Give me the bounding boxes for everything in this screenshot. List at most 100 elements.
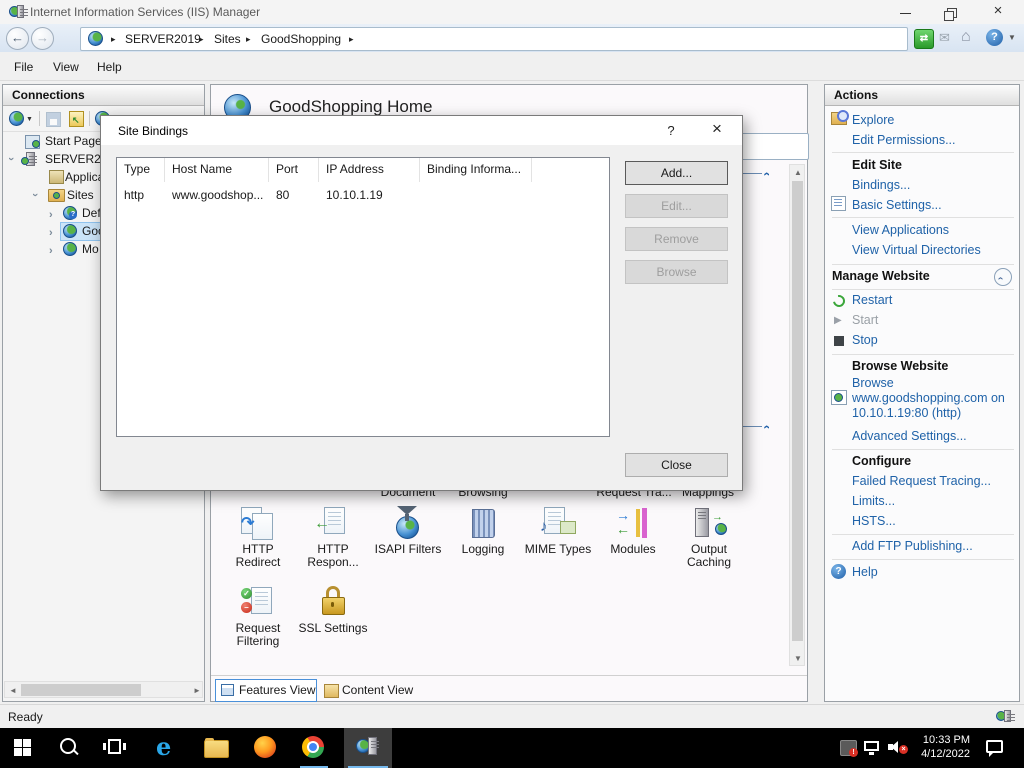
create-connection-dropdown-icon[interactable]: ▼	[26, 116, 33, 123]
network-tray-icon[interactable]	[864, 741, 879, 751]
connections-hscrollbar[interactable]: ◄ ►	[4, 681, 203, 698]
action-restart[interactable]: Restart	[852, 293, 892, 307]
scroll-down-icon[interactable]: ▼	[794, 655, 802, 663]
breadcrumb-sites[interactable]: Sites	[214, 32, 241, 46]
breadcrumb-server[interactable]: SERVER2019	[125, 32, 201, 46]
edge-icon[interactable]: e	[156, 732, 171, 761]
scroll-up-icon[interactable]: ▲	[794, 169, 802, 177]
action-bindings[interactable]: Bindings...	[852, 178, 910, 192]
group-collapse-icon[interactable]: ›	[759, 172, 773, 176]
server-manager-tray-icon[interactable]: !	[840, 740, 857, 756]
action-view-applications[interactable]: View Applications	[852, 223, 949, 237]
tab-features-view[interactable]: Features View	[215, 679, 317, 702]
column-type[interactable]: Type	[117, 158, 165, 182]
file-explorer-icon[interactable]	[204, 740, 229, 758]
close-dialog-button[interactable]: Close	[625, 453, 728, 477]
window-title: Internet Information Services (IIS) Mana…	[30, 5, 260, 19]
iis-manager-taskbar-button[interactable]	[344, 728, 392, 768]
menu-view[interactable]: View	[53, 60, 79, 74]
expand-chevron-icon[interactable]: ›	[2, 157, 20, 161]
collapse-chevron-icon[interactable]: ›	[49, 242, 53, 260]
forward-button[interactable]: →	[31, 27, 54, 50]
dialog-close-icon[interactable]: ×	[705, 119, 729, 139]
collapse-chevron-icon[interactable]: ›	[49, 206, 53, 224]
scroll-left-icon[interactable]: ◄	[9, 687, 17, 695]
crumb-separator-icon: ▸	[349, 34, 354, 45]
action-explore[interactable]: Explore	[852, 113, 894, 127]
action-stop[interactable]: Stop	[852, 333, 878, 347]
scroll-thumb[interactable]	[792, 181, 803, 641]
up-icon[interactable]: ↖	[69, 111, 84, 127]
feature-mime-types[interactable]: ♪ MIME Types	[521, 506, 595, 556]
section-manage-website: Manage Website	[832, 269, 930, 283]
feature-output-caching[interactable]: → Output Caching	[672, 506, 746, 569]
column-binding-information[interactable]: Binding Informa...	[420, 158, 532, 182]
group-collapse-icon[interactable]: ›	[759, 425, 773, 429]
site-globe-icon	[88, 31, 103, 46]
action-browse-site[interactable]: Browse www.goodshopping.com on 10.10.1.1…	[852, 376, 1018, 421]
feature-logging[interactable]: Logging	[446, 506, 520, 556]
back-button[interactable]: ←	[6, 27, 29, 50]
dialog-title-bar[interactable]: Site Bindings ? ×	[101, 116, 742, 145]
breadcrumb[interactable]: ▸ SERVER2019 ▸ Sites ▸ GoodShopping ▸	[80, 27, 908, 51]
add-button[interactable]: Add...	[625, 161, 728, 185]
action-hsts[interactable]: HSTS...	[852, 514, 896, 528]
feature-http-response[interactable]: ← HTTP Respon...	[296, 506, 370, 569]
bindings-list[interactable]: Type Host Name Port IP Address Binding I…	[116, 157, 610, 437]
content-view-icon	[324, 684, 339, 698]
scroll-thumb[interactable]	[21, 684, 141, 696]
close-button[interactable]: ×	[973, 0, 1023, 24]
feature-isapi-filters[interactable]: ISAPI Filters	[371, 506, 445, 556]
stop-icon	[834, 336, 844, 346]
action-edit-permissions[interactable]: Edit Permissions...	[852, 133, 956, 147]
clock-time[interactable]: 10:33 PM	[908, 734, 970, 747]
feature-modules[interactable]: →← Modules	[596, 506, 670, 556]
help-icon[interactable]: ?	[986, 29, 1003, 46]
action-basic-settings[interactable]: Basic Settings...	[852, 198, 942, 212]
browse-globe-icon	[831, 390, 847, 405]
action-advanced-settings[interactable]: Advanced Settings...	[852, 429, 967, 443]
breadcrumb-goodshopping[interactable]: GoodShopping	[261, 32, 341, 46]
action-limits[interactable]: Limits...	[852, 494, 895, 508]
menu-help[interactable]: Help	[97, 60, 122, 74]
firefox-icon[interactable]	[254, 736, 276, 758]
scroll-right-icon[interactable]: ►	[193, 687, 201, 695]
expand-chevron-icon[interactable]: ›	[26, 193, 44, 197]
feature-http-redirect[interactable]: ↷ HTTP Redirect	[221, 506, 295, 569]
save-connections-icon[interactable]	[46, 112, 61, 127]
action-center-icon[interactable]	[986, 740, 1003, 753]
refresh-icon[interactable]: ⇄	[914, 29, 934, 49]
chrome-icon[interactable]	[302, 736, 324, 758]
title-bar: Internet Information Services (IIS) Mana…	[0, 0, 1024, 25]
minimize-button[interactable]	[883, 0, 928, 24]
menu-file[interactable]: File	[14, 60, 33, 74]
content-vscrollbar[interactable]: ▲ ▼	[789, 164, 805, 666]
dialog-help-icon[interactable]: ?	[661, 123, 681, 138]
feature-ssl-settings[interactable]: SSL Settings	[296, 585, 370, 635]
help-dropdown-icon[interactable]: ▼	[1008, 33, 1016, 42]
redirect-arrow-icon: ↷	[241, 516, 254, 532]
clock-date[interactable]: 4/12/2022	[908, 748, 970, 761]
task-view-icon[interactable]	[108, 739, 121, 754]
browse-button: Browse	[625, 260, 728, 284]
feature-request-filtering[interactable]: ✓– Request Filtering	[221, 585, 295, 648]
action-failed-request-tracing[interactable]: Failed Request Tracing...	[852, 474, 991, 488]
column-port[interactable]: Port	[269, 158, 319, 182]
column-host-name[interactable]: Host Name	[165, 158, 269, 182]
column-ip-address[interactable]: IP Address	[319, 158, 420, 182]
home-icon[interactable]: ⌂	[961, 28, 971, 46]
collapse-chevron-icon[interactable]: ›	[49, 224, 53, 242]
tab-content-view[interactable]: Content View	[319, 680, 419, 701]
site-bindings-dialog: Site Bindings ? × Type Host Name Port IP…	[100, 115, 743, 491]
status-text: Ready	[8, 710, 43, 724]
taskbar: e ! × 10:33 PM 4/12/2022	[0, 728, 1024, 768]
collapse-section-icon[interactable]: ›	[994, 268, 1012, 286]
create-connection-icon[interactable]	[9, 111, 24, 126]
action-help[interactable]: Help	[852, 565, 878, 579]
action-view-virtual-directories[interactable]: View Virtual Directories	[852, 243, 981, 257]
search-icon[interactable]	[60, 738, 76, 754]
mail-icon[interactable]: ✉	[939, 30, 950, 46]
restore-button[interactable]	[928, 0, 973, 24]
start-button[interactable]	[14, 739, 31, 756]
action-add-ftp-publishing[interactable]: Add FTP Publishing...	[852, 539, 973, 553]
